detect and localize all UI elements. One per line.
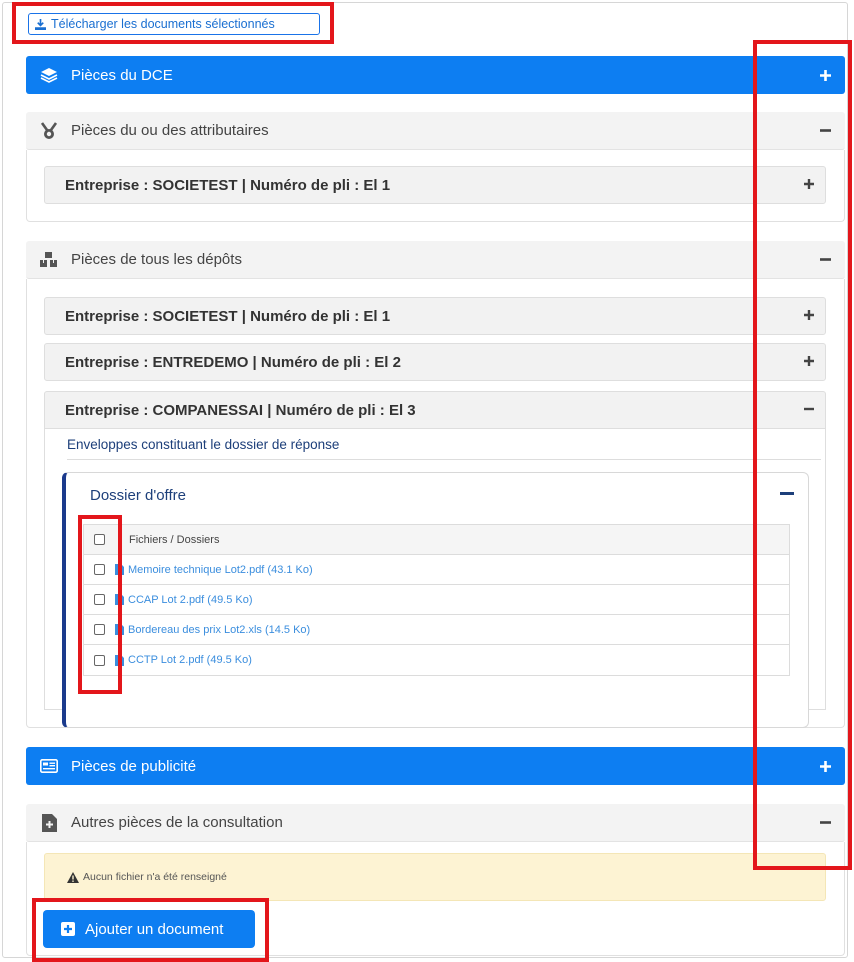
file-name: Bordereau des prix Lot2.xls (14.5 Ko) xyxy=(128,623,311,636)
table-header-row: Fichiers / Dossiers xyxy=(84,525,789,555)
download-selected-label: Télécharger les documents sélectionnés xyxy=(51,17,275,31)
company-row[interactable]: Entreprise : ENTREDEMO | Numéro de pli :… xyxy=(44,343,826,381)
file-icon xyxy=(115,564,124,575)
no-file-warning: Aucun fichier n'a été renseigné xyxy=(44,853,826,901)
section-dce-title: Pièces du DCE xyxy=(71,66,173,84)
add-document-button[interactable]: Ajouter un document xyxy=(43,910,255,948)
boxes-icon xyxy=(39,250,59,270)
file-checkbox[interactable] xyxy=(94,654,105,666)
expand-plus-icon[interactable] xyxy=(817,758,833,774)
company-label: Entreprise : SOCIETEST | Numéro de pli :… xyxy=(65,176,391,194)
file-link[interactable]: CCAP Lot 2.pdf (49.5 Ko) xyxy=(115,593,253,606)
file-checkbox[interactable] xyxy=(94,564,105,575)
file-checkbox[interactable] xyxy=(94,624,105,635)
file-link[interactable]: CCTP Lot 2.pdf (49.5 Ko) xyxy=(115,654,252,666)
warning-text: Aucun fichier n'a été renseigné xyxy=(83,871,227,883)
section-attributaires-title: Pièces du ou des attributaires xyxy=(71,122,269,139)
company-row-expanded[interactable]: Entreprise : COMPANESSAI | Numéro de pli… xyxy=(44,391,826,429)
section-depots-title: Pièces de tous les dépôts xyxy=(71,251,242,268)
section-publicite-header[interactable]: Pièces de publicité xyxy=(26,747,845,785)
table-row: CCTP Lot 2.pdf (49.5 Ko) xyxy=(84,645,789,675)
column-header: Fichiers / Dossiers xyxy=(129,533,220,546)
collapse-minus-icon[interactable] xyxy=(817,252,833,268)
section-attributaires-header[interactable]: Pièces du ou des attributaires xyxy=(26,112,845,150)
collapse-minus-icon[interactable] xyxy=(803,402,815,419)
company-label: Entreprise : ENTREDEMO | Numéro de pli :… xyxy=(65,353,401,371)
section-autres-header[interactable]: Autres pièces de la consultation xyxy=(26,804,845,842)
envelopes-label: Enveloppes constituant le dossier de rép… xyxy=(67,437,821,460)
layers-icon xyxy=(39,65,59,85)
company-row[interactable]: Entreprise : SOCIETEST | Numéro de pli :… xyxy=(44,166,826,204)
warning-icon xyxy=(67,871,79,883)
expand-plus-icon[interactable] xyxy=(803,308,815,325)
section-depots-header[interactable]: Pièces de tous les dépôts xyxy=(26,241,845,279)
download-selected-button[interactable]: Télécharger les documents sélectionnés xyxy=(28,13,320,35)
expand-plus-icon[interactable] xyxy=(803,354,815,371)
file-icon xyxy=(115,594,124,605)
file-name: CCAP Lot 2.pdf (49.5 Ko) xyxy=(128,593,253,606)
files-table: Fichiers / Dossiers Memoire technique Lo… xyxy=(83,524,790,676)
file-checkbox[interactable] xyxy=(94,594,105,605)
table-row: Bordereau des prix Lot2.xls (14.5 Ko) xyxy=(84,615,789,645)
newspaper-icon xyxy=(39,756,59,776)
expand-plus-icon[interactable] xyxy=(817,67,833,83)
download-icon xyxy=(35,18,46,30)
expand-plus-icon[interactable] xyxy=(803,177,815,194)
file-link[interactable]: Memoire technique Lot2.pdf (43.1 Ko) xyxy=(115,563,313,576)
collapse-minus-icon[interactable] xyxy=(817,123,833,139)
file-name: CCTP Lot 2.pdf (49.5 Ko) xyxy=(128,654,252,666)
section-dce-header[interactable]: Pièces du DCE xyxy=(26,56,845,94)
add-document-label: Ajouter un document xyxy=(85,920,224,938)
section-autres-title: Autres pièces de la consultation xyxy=(71,814,283,831)
file-icon xyxy=(115,654,124,666)
file-plus-icon xyxy=(39,813,59,833)
file-link[interactable]: Bordereau des prix Lot2.xls (14.5 Ko) xyxy=(115,623,311,636)
collapse-minus-icon[interactable] xyxy=(780,492,794,495)
dossier-title: Dossier d'offre xyxy=(90,487,186,504)
select-all-checkbox[interactable] xyxy=(94,534,105,545)
collapse-minus-icon[interactable] xyxy=(817,815,833,831)
plus-square-icon xyxy=(61,922,75,936)
file-icon xyxy=(115,624,124,635)
file-name: Memoire technique Lot2.pdf (43.1 Ko) xyxy=(128,563,313,576)
company-label: Entreprise : COMPANESSAI | Numéro de pli… xyxy=(65,401,416,419)
company-label: Entreprise : SOCIETEST | Numéro de pli :… xyxy=(65,307,391,325)
table-row: CCAP Lot 2.pdf (49.5 Ko) xyxy=(84,585,789,615)
section-publicite-title: Pièces de publicité xyxy=(71,757,197,775)
table-row: Memoire technique Lot2.pdf (43.1 Ko) xyxy=(84,555,789,585)
medal-icon xyxy=(39,121,59,141)
company-row[interactable]: Entreprise : SOCIETEST | Numéro de pli :… xyxy=(44,297,826,335)
